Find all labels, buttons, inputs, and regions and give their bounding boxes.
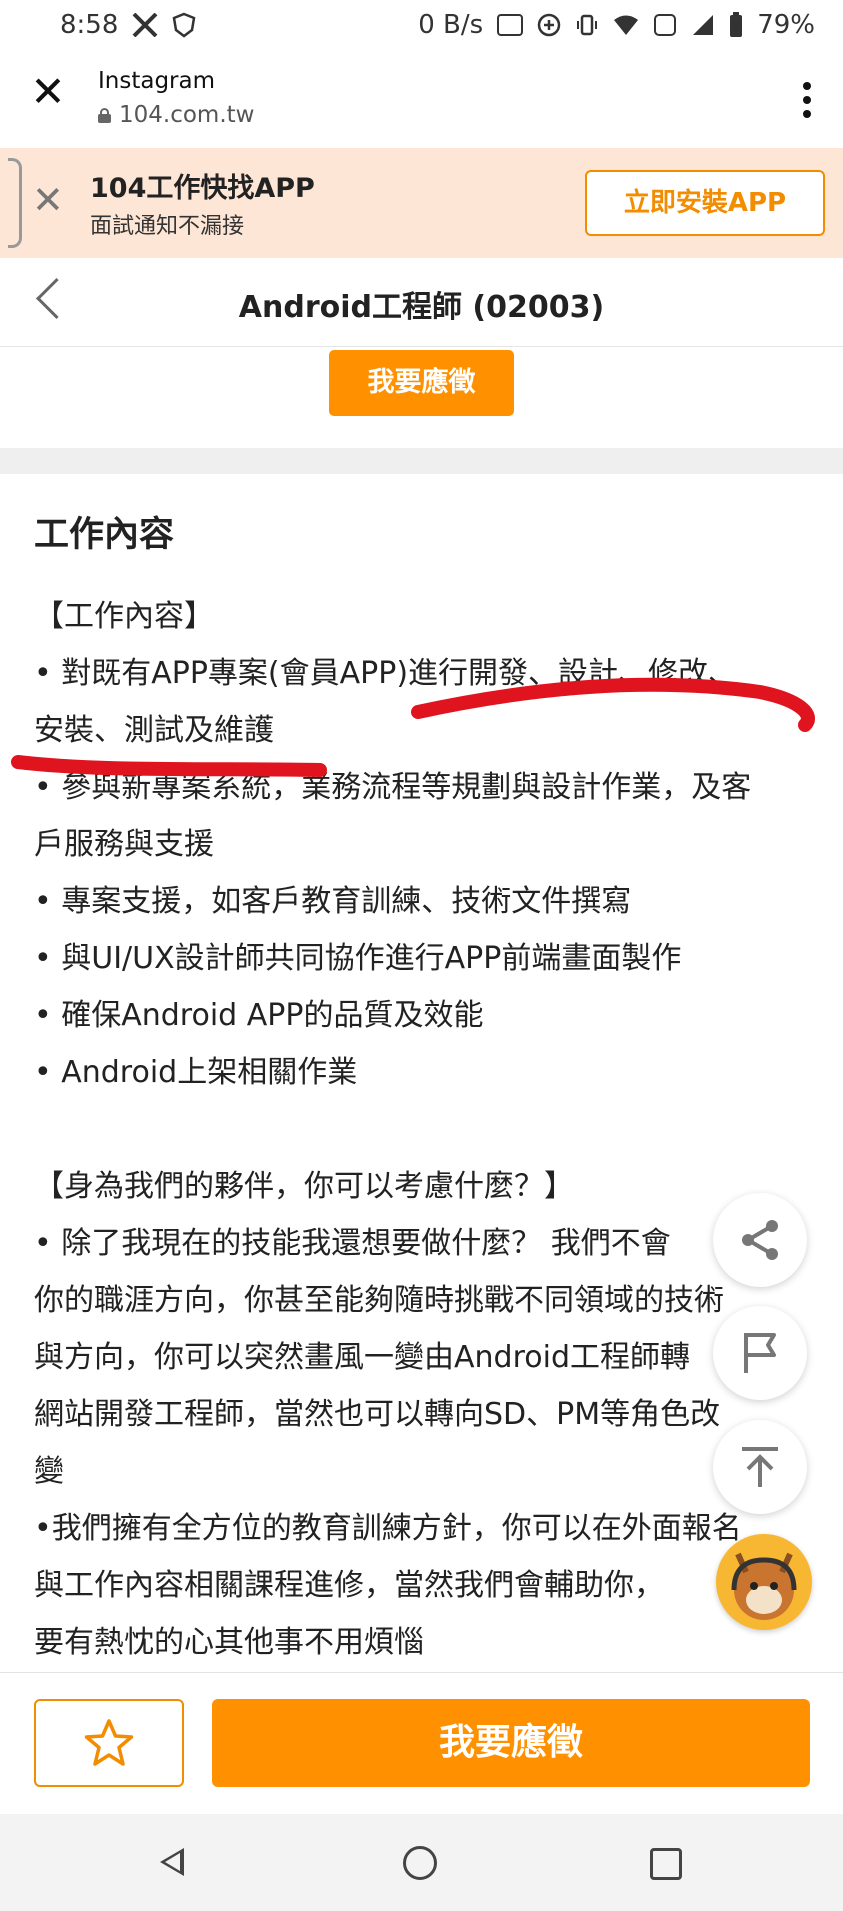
arrow-up-icon <box>742 1447 778 1487</box>
lock-icon <box>98 108 111 123</box>
share-fab[interactable] <box>713 1193 807 1287</box>
description-line: 【身為我們的夥伴，你可以考慮什麼？】 <box>34 1169 574 1204</box>
close-icon[interactable]: ✕ <box>28 71 68 113</box>
description-line: 網站開發工程師，當然也可以轉向SD、PM等角色改 <box>34 1397 721 1432</box>
description-line: 【工作內容】 <box>34 599 214 634</box>
system-nav-bar <box>0 1814 843 1911</box>
description-line: •我們擁有全方位的教育訓練方針，你可以在外面報名 <box>34 1511 742 1546</box>
share-icon <box>742 1220 778 1260</box>
description-line: • 專案支援，如客戶教育訓練、技術文件撰寫 <box>34 884 632 919</box>
description-line: • 參與新專案系統，業務流程等規劃與設計作業，及客 <box>34 770 752 805</box>
nav-back-icon[interactable] <box>160 1848 184 1876</box>
description-line: • 確保Android APP的品質及效能 <box>34 998 484 1033</box>
nav-home-icon[interactable] <box>403 1846 437 1880</box>
description-line: • 對既有APP專案(會員APP)進行開發、設計、修改、 <box>34 656 739 691</box>
status-left: 8:58 <box>60 10 196 40</box>
apply-button-bottom[interactable]: 我要應徵 <box>212 1699 810 1787</box>
network-speed: 0 B/s <box>418 10 484 40</box>
battery-level: 79% <box>757 10 815 40</box>
status-right: 0 B/s 79% <box>418 10 815 40</box>
report-fab[interactable] <box>713 1306 807 1400</box>
bottom-action-bar: 我要應徵 <box>0 1672 843 1815</box>
browser-toolbar: ✕ Instagram 104.com.tw <box>0 50 843 148</box>
more-options-icon[interactable] <box>803 82 813 118</box>
browser-title: Instagram <box>98 68 216 94</box>
page-header: Android工程師 (02003) <box>0 258 843 347</box>
banner-subtitle: 面試通知不漏接 <box>90 214 245 239</box>
description-line: • Android上架相關作業 <box>34 1055 358 1090</box>
install-app-button[interactable]: 立即安裝APP <box>585 170 825 236</box>
volte-icon <box>654 14 677 36</box>
description-line: • 除了我現在的技能我還想要做什麼？ 我們不會 <box>34 1226 671 1261</box>
job-description: 【工作內容】 • 對既有APP專案(會員APP)進行開發、設計、修改、 安裝、測… <box>34 588 824 1671</box>
status-bar: 8:58 0 B/s 79% <box>0 0 843 50</box>
save-job-button[interactable] <box>34 1699 184 1787</box>
section-divider <box>0 448 843 474</box>
description-line: • 與UI/UX設計師共同協作進行APP前端畫面製作 <box>34 941 682 976</box>
vibrate-icon <box>577 14 598 36</box>
browser-url: 104.com.tw <box>98 102 254 128</box>
shield-icon <box>172 12 196 38</box>
wifi-icon <box>614 15 639 35</box>
section-heading: 工作內容 <box>34 515 175 555</box>
description-line: 要有熱忱的心其他事不用煩惱 <box>34 1625 424 1660</box>
edge-handle-icon[interactable] <box>8 158 22 248</box>
status-time: 8:58 <box>60 10 119 40</box>
banner-close-icon[interactable]: ✕ <box>32 178 64 222</box>
url-text: 104.com.tw <box>119 102 255 128</box>
app-install-banner: ✕ 104工作快找APP 面試通知不漏接 立即安裝APP <box>0 148 843 258</box>
banner-title: 104工作快找APP <box>90 173 315 204</box>
description-line: 與工作內容相關課程進修，當然我們會輔助你， <box>34 1568 664 1603</box>
battery-icon <box>730 12 743 37</box>
x-icon <box>132 13 158 37</box>
description-line: 安裝、測試及維護 <box>34 713 274 748</box>
scroll-top-fab[interactable] <box>713 1420 807 1514</box>
hz-120-icon <box>497 14 524 36</box>
page-title: Android工程師 (02003) <box>238 290 605 325</box>
signal-icon <box>693 15 714 35</box>
description-line: 你的職涯方向，你甚至能夠隨時挑戰不同領域的技術 <box>34 1283 724 1318</box>
flag-icon <box>744 1333 776 1373</box>
apply-button-top[interactable]: 我要應徵 <box>329 350 514 416</box>
description-line: 與方向，你可以突然畫風一變由Android工程師轉 <box>34 1340 690 1375</box>
chat-mascot-icon[interactable] <box>716 1534 812 1630</box>
description-line: 變 <box>34 1454 64 1489</box>
nav-recents-icon[interactable] <box>650 1848 682 1880</box>
star-icon <box>84 1719 134 1766</box>
data-saver-icon <box>537 13 561 37</box>
description-line: 戶服務與支援 <box>34 827 214 862</box>
